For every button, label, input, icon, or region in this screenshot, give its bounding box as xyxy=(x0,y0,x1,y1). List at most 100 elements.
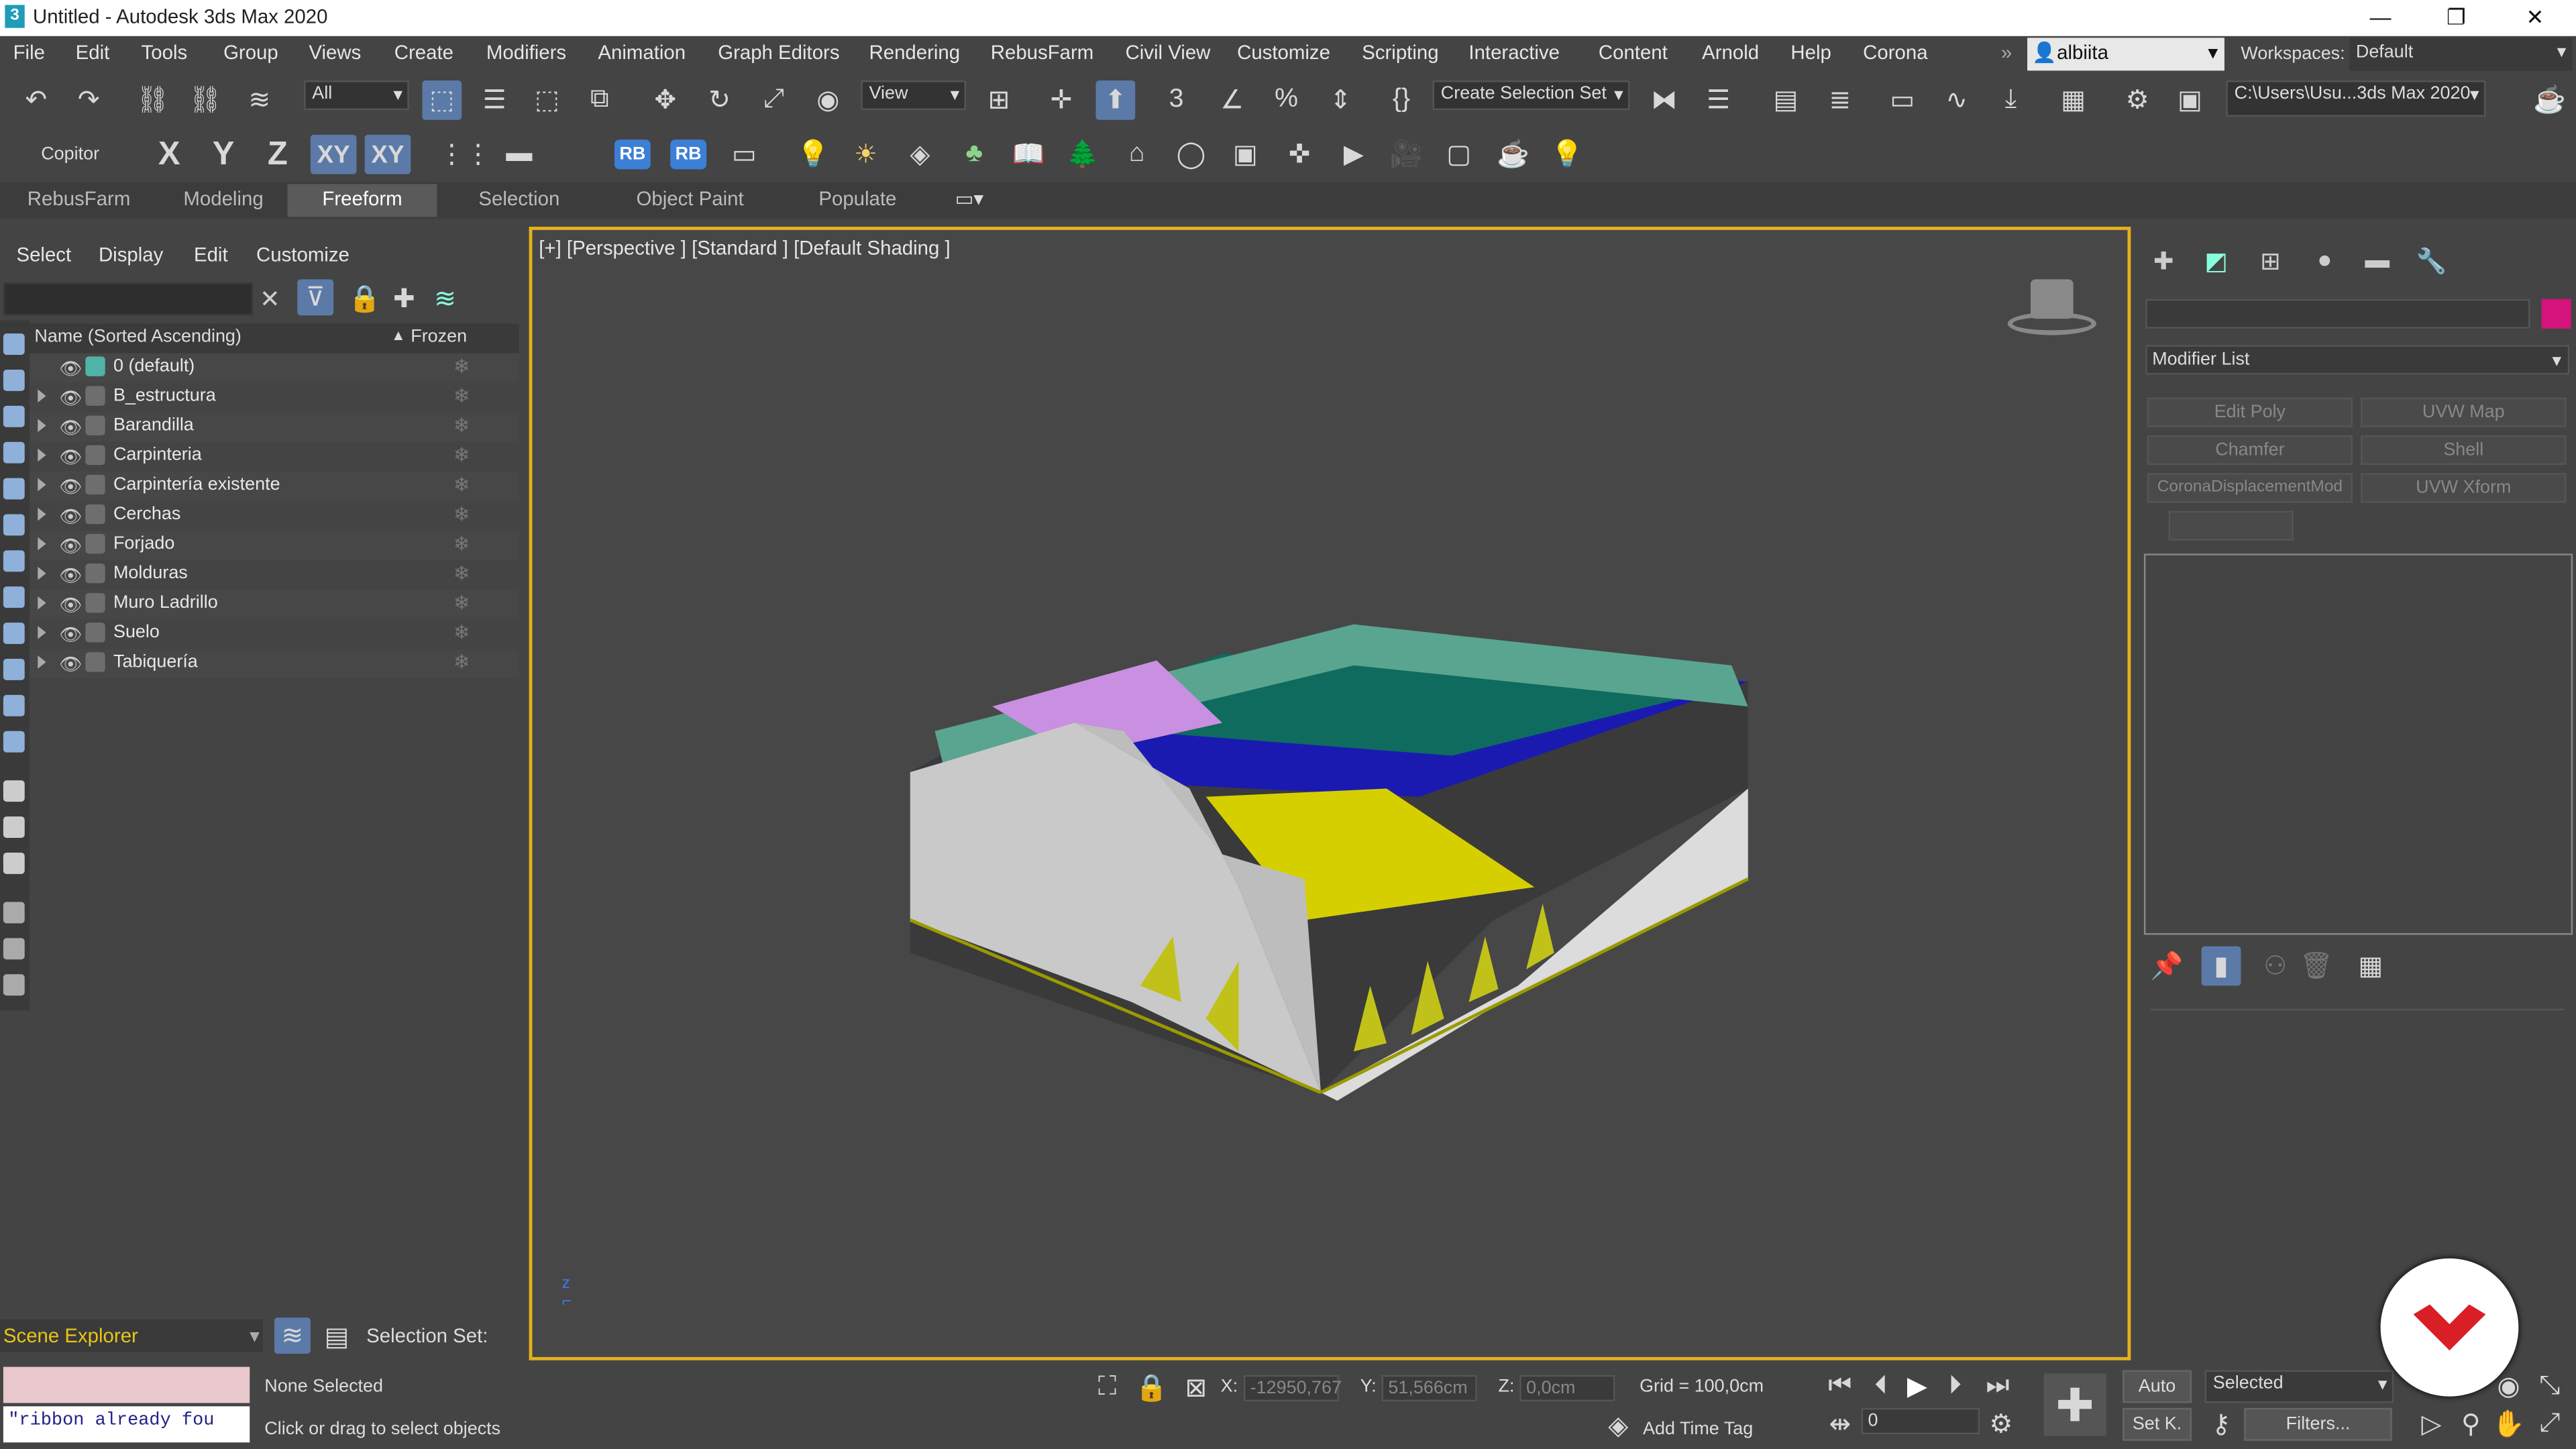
scene-explorer-toggle-icon[interactable]: ▤ xyxy=(1766,80,1806,120)
display-groups-icon[interactable] xyxy=(3,586,25,608)
eye-icon[interactable]: 👁 xyxy=(59,595,82,616)
bind-spacewarp-icon[interactable]: ≋ xyxy=(240,80,280,120)
freeze-icon[interactable]: ❄ xyxy=(453,651,470,674)
filters-button[interactable]: Filters... xyxy=(2244,1407,2392,1441)
isolate-selection-icon[interactable]: ⛶ xyxy=(1087,1368,1127,1408)
display-frozen-icon[interactable] xyxy=(3,731,25,753)
maximize-viewport-icon[interactable]: ⤢ xyxy=(2530,1405,2569,1444)
sphere-light-icon[interactable]: ◯ xyxy=(1171,135,1211,174)
modifier-list-dropdown[interactable]: Modifier List ▾ xyxy=(2145,345,2570,375)
keyboard-shortcut-override-icon[interactable]: ⬆ xyxy=(1095,80,1136,120)
display-invert-icon[interactable] xyxy=(3,816,25,838)
snaps-toggle-icon[interactable]: 3 xyxy=(1157,80,1196,120)
clear-search-icon[interactable]: ✕ xyxy=(260,284,280,314)
expand-icon[interactable] xyxy=(38,478,46,492)
lightbulb-icon[interactable]: 💡 xyxy=(1548,135,1587,174)
filter-icon[interactable]: ⊽ xyxy=(297,279,334,316)
edit-poly-button[interactable]: Edit Poly xyxy=(2147,397,2353,427)
z-coord-field[interactable]: 0,0cm xyxy=(1519,1375,1615,1401)
maxscript-listener-input[interactable] xyxy=(3,1366,250,1403)
selection-lock-icon[interactable]: 🔒 xyxy=(1132,1368,1171,1408)
tab-rebusfarm[interactable]: RebusFarm xyxy=(10,184,148,217)
orbit-icon[interactable]: ▷ xyxy=(2412,1405,2451,1444)
layer-row[interactable]: 👁 Carpintería existente ❄ xyxy=(30,471,519,501)
expand-icon[interactable] xyxy=(38,507,46,521)
modifier-empty-button[interactable] xyxy=(2168,511,2294,541)
ruler-icon[interactable]: ▬ xyxy=(499,135,539,174)
rendered-frame-window-icon[interactable]: ▣ xyxy=(2170,80,2210,120)
time-tag-icon[interactable]: ◈ xyxy=(1602,1409,1635,1442)
create-layer-icon[interactable]: ✚ xyxy=(384,279,424,319)
rebusfarm-rb-settings-button[interactable]: RB xyxy=(670,140,707,170)
menu-tools[interactable]: Tools xyxy=(142,41,188,64)
window-crossing-icon[interactable]: ⧉ xyxy=(580,80,619,120)
explorer-menu-display[interactable]: Display xyxy=(99,243,197,266)
axis-xy-cycle-button[interactable]: XY xyxy=(364,134,411,174)
corona-displacement-button[interactable]: CoronaDisplacementMod xyxy=(2147,473,2353,503)
menu-rebusfarm[interactable]: RebusFarm xyxy=(991,41,1094,64)
display-lights-icon[interactable] xyxy=(3,441,25,464)
eye-icon[interactable]: 👁 xyxy=(59,654,82,675)
menu-create[interactable]: Create xyxy=(394,41,453,64)
mirror-icon[interactable]: ⧓ xyxy=(1644,80,1684,120)
expand-icon[interactable] xyxy=(38,537,46,551)
ribbon-options-icon[interactable]: ▭▾ xyxy=(943,184,996,217)
eye-icon[interactable]: 👁 xyxy=(59,535,82,557)
make-unique-icon[interactable]: ⚇ xyxy=(2255,947,2295,986)
auto-key-button[interactable]: Auto xyxy=(2123,1370,2192,1403)
menu-file[interactable]: File xyxy=(13,41,45,64)
eye-icon[interactable]: 👁 xyxy=(59,625,82,645)
layer-row[interactable]: 👁 Barandilla ❄ xyxy=(30,412,519,442)
object-name-input[interactable] xyxy=(2145,299,2530,329)
display-children-icon[interactable] xyxy=(3,853,25,874)
uvw-xform-button[interactable]: UVW Xform xyxy=(2361,473,2567,503)
go-to-start-icon[interactable]: ⏮ xyxy=(1820,1367,1860,1407)
display-shapes-icon[interactable] xyxy=(3,405,25,427)
create-tab-icon[interactable]: ✚ xyxy=(2147,246,2180,279)
display-xrefs-icon[interactable] xyxy=(3,623,25,645)
pivot-center-icon[interactable]: ⊞ xyxy=(979,80,1019,120)
layer-row[interactable]: 👁 Muro Ladrillo ❄ xyxy=(30,590,519,620)
eye-icon[interactable]: 👁 xyxy=(59,447,82,468)
explorer-search-input[interactable] xyxy=(3,282,254,316)
display-geometry-icon[interactable] xyxy=(3,370,25,391)
freeze-icon[interactable]: ❄ xyxy=(453,562,470,585)
volume-icon[interactable]: ▣ xyxy=(1226,135,1265,174)
modify-tab-icon[interactable]: ◩ xyxy=(2200,246,2233,279)
select-object-icon[interactable]: ⬚ xyxy=(422,80,462,120)
selection-set-dropdown[interactable]: Create Selection Set ▾ xyxy=(1432,80,1630,111)
scene-explorer-dropdown[interactable]: Scene Explorer ▾ xyxy=(0,1319,263,1352)
menu-rendering[interactable]: Rendering xyxy=(869,41,961,64)
eye-icon[interactable]: 👁 xyxy=(59,358,82,379)
decal-icon[interactable]: ⌂ xyxy=(1117,135,1157,174)
grid-snap-icon[interactable]: ⋮⋮ xyxy=(439,135,491,174)
place-icon[interactable]: ◉ xyxy=(808,80,848,120)
configure-modifier-sets-icon[interactable]: ▦ xyxy=(2351,947,2391,986)
freeze-icon[interactable]: ❄ xyxy=(453,473,470,496)
shell-button[interactable]: Shell xyxy=(2361,435,2567,466)
menu-group[interactable]: Group xyxy=(223,41,278,64)
maximize-button[interactable]: ❐ xyxy=(2418,0,2494,36)
menu-customize[interactable]: Customize xyxy=(1237,41,1330,64)
display-none-icon[interactable] xyxy=(3,333,25,355)
utilities-tab-icon[interactable]: 🔧 xyxy=(2415,246,2448,279)
axis-xy-button[interactable]: XY xyxy=(310,134,357,174)
funnel-icon[interactable] xyxy=(3,902,25,924)
funnel-icon[interactable] xyxy=(3,938,25,960)
x-coord-field[interactable]: -12950,767 xyxy=(1243,1375,1342,1401)
menu-interactive[interactable]: Interactive xyxy=(1468,41,1560,64)
camera-icon[interactable]: 🎥 xyxy=(1387,135,1426,174)
angle-snap-icon[interactable]: ∠ xyxy=(1212,80,1252,120)
previous-frame-icon[interactable]: ⏴ xyxy=(1862,1367,1901,1407)
ribbon-toggle-icon[interactable]: ▭ xyxy=(1883,80,1923,120)
freeze-icon[interactable]: ❄ xyxy=(453,502,470,525)
display-tab-icon[interactable]: ▬ xyxy=(2361,246,2394,279)
axis-y-button[interactable]: Y xyxy=(204,135,244,174)
modifier-stack[interactable] xyxy=(2143,553,2573,935)
sun-icon[interactable]: ☀ xyxy=(846,135,885,174)
freeze-icon[interactable]: ❄ xyxy=(453,443,470,466)
key-filter-dropdown[interactable]: Selected ▾ xyxy=(2204,1370,2394,1403)
box-icon[interactable] xyxy=(3,974,25,996)
col-name-header[interactable]: Name (Sorted Ascending) xyxy=(34,327,241,346)
render-icon[interactable]: ☕ xyxy=(2530,80,2569,120)
